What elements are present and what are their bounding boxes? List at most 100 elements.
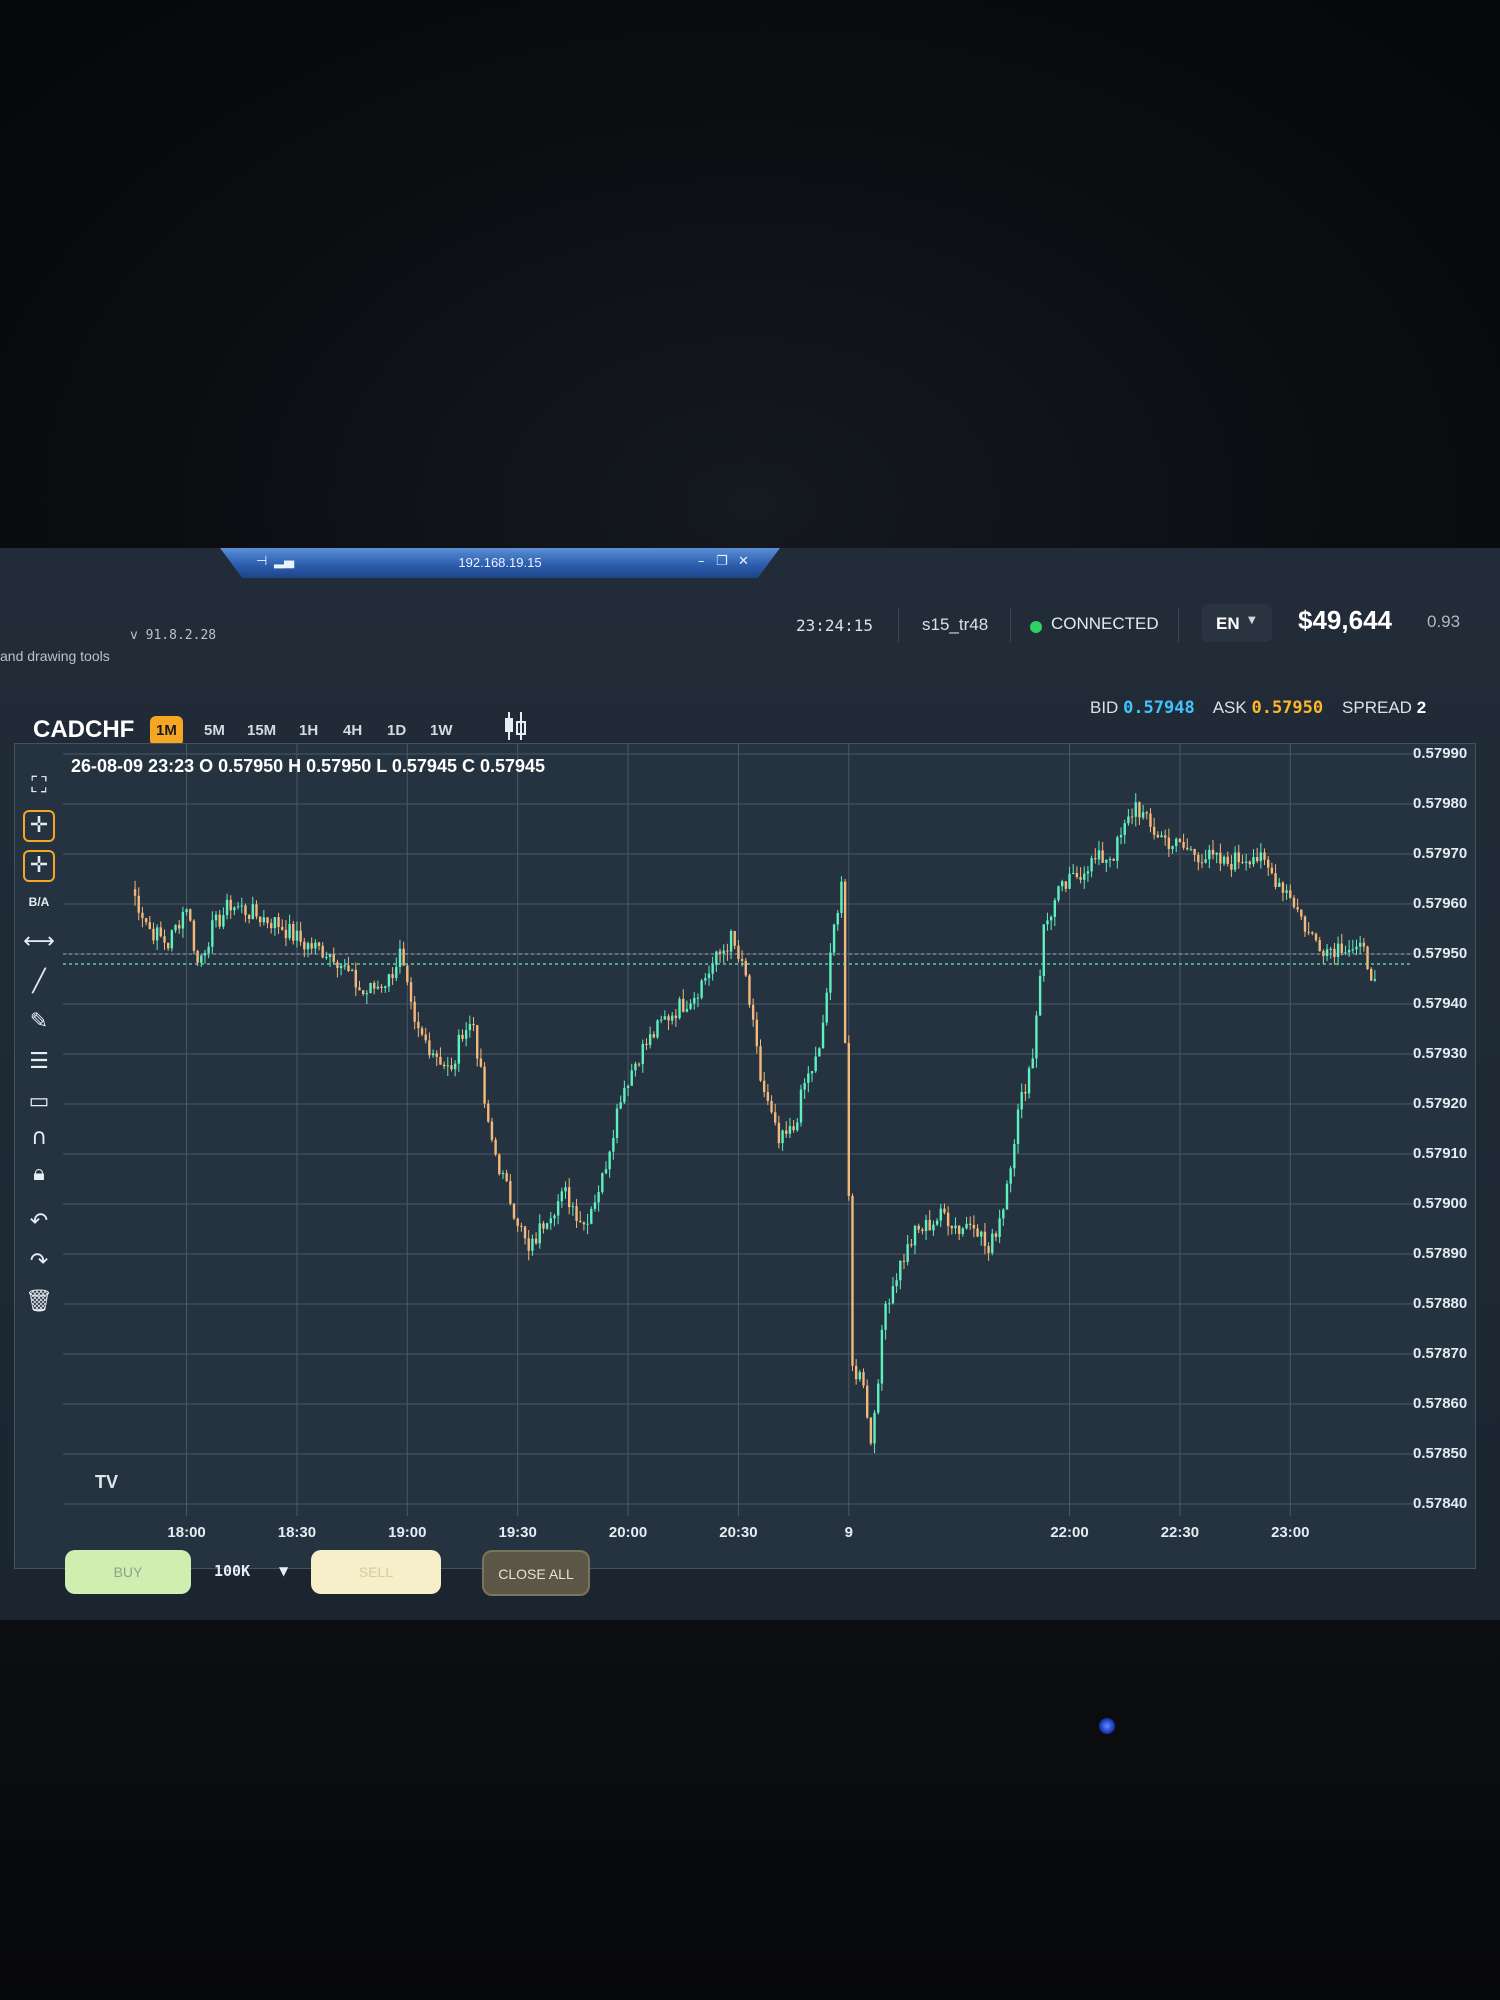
candle-body [843,881,847,1043]
timeframe-1d[interactable]: 1D [381,716,412,746]
timeframe-1m[interactable]: 1M [150,716,183,746]
candle-body [1340,943,1343,954]
time-tick-label: 18:00 [167,1524,206,1541]
candle-body [774,1112,777,1123]
timeframe-5m[interactable]: 5M [198,716,231,746]
candle-body [1370,968,1373,981]
lock-icon[interactable]: 🔒︎ [23,1158,55,1190]
magnet-icon[interactable]: ∩ [23,1122,55,1154]
candle-body [1002,1209,1005,1219]
time-axis[interactable]: 18:00 18:30 19:00 19:30 20:00 20:30 9 22:00 22:3… [63,1516,1413,1566]
candle-body [141,912,144,919]
candle-body [527,1238,530,1251]
candle-body [148,922,151,929]
candle-body [185,909,188,913]
candle-body [858,1372,862,1380]
candle-body [247,915,251,919]
candle-body [1292,897,1296,908]
candle-body [781,1130,784,1144]
candle-body [1230,863,1233,870]
candle-body [317,942,321,946]
candle-body [258,916,262,923]
candle-body [983,1231,987,1247]
price-axis[interactable]: 0.57990 0.57980 0.57970 0.57960 0.57950 0.579… [1413,744,1477,1570]
price-tick-label: 0.57850 [1413,1445,1468,1462]
time-tick-label: 19:00 [388,1524,427,1541]
redo-icon[interactable]: ↷ [23,1246,55,1278]
candle-body [685,1008,689,1012]
close-all-button[interactable]: CLOSE ALL [482,1550,590,1596]
candle-body [957,1225,961,1234]
move-icon[interactable]: ✛ [23,850,55,882]
candle-body [1197,854,1200,863]
symbol-name[interactable]: CADCHF [33,716,134,744]
chart-panel[interactable]: ⛶ ✛ ✛ B/A ⟷ ╱ ✎ ☰ ▭ ∩ 🔒︎ ↶ ↷ 🗑︎ 26-08-09… [14,743,1476,1569]
candle-body [601,1173,604,1193]
price-plot[interactable] [63,744,1413,1516]
ask-price: 0.57950 [1251,698,1324,718]
candle-body [770,1100,773,1113]
candle-body [652,1034,656,1038]
price-tick-label: 0.57970 [1413,845,1468,862]
candle-body [137,895,140,913]
lot-size-value[interactable]: 100K [214,1562,250,1580]
fib-levels-icon[interactable]: ☰ [23,1046,55,1078]
candle-body [567,1187,571,1208]
rectangle-icon[interactable]: ▭ [23,1086,55,1118]
close-icon[interactable]: ✕ [738,554,749,569]
candle-body [1086,871,1090,874]
candle-type-icon[interactable] [500,708,530,744]
candle-body [284,929,288,939]
candle-body [917,1225,920,1230]
candle-body [976,1228,979,1237]
restore-icon[interactable]: ❐ [716,554,728,569]
timeframe-4h[interactable]: 4H [337,716,368,746]
timeframe-1h[interactable]: 1H [293,716,324,746]
candle-body [880,1329,884,1384]
candle-body [689,1003,692,1009]
candle-body [1278,882,1281,887]
candle-body [189,909,192,921]
crosshair-icon[interactable]: ✛ [23,810,55,842]
candle-body [545,1223,549,1229]
candle-body [133,889,137,896]
candle-body [269,923,273,929]
candle-body [921,1229,924,1232]
candle-body [1215,852,1218,855]
remote-session-bar[interactable]: ⊣ ▂▄ 192.168.19.15 – ❐ ✕ [220,548,780,578]
chevron-down-icon[interactable]: ▼ [279,1564,288,1578]
trash-icon[interactable]: 🗑︎ [23,1286,55,1318]
candle-body [1178,838,1182,842]
candle-body [932,1224,935,1231]
candle-body [1057,886,1060,901]
sell-button[interactable]: SELL [311,1550,441,1594]
candle-body [755,1019,759,1047]
buy-button[interactable]: BUY [65,1550,191,1594]
undo-icon[interactable]: ↶ [23,1206,55,1238]
trend-line-icon[interactable]: ╱ [23,966,55,998]
timeframe-1w[interactable]: 1W [424,716,459,746]
timeframe-15m[interactable]: 15M [241,716,282,746]
candle-body [1097,850,1101,860]
candle-body [1112,859,1115,861]
bid-ask-toggle[interactable]: B/A [23,886,55,918]
pencil-icon[interactable]: ✎ [23,1006,55,1038]
language-selector[interactable]: EN ▼ [1202,604,1272,642]
candle-body [549,1218,552,1224]
candle-body [935,1220,939,1225]
candle-body [847,1042,850,1196]
fullscreen-icon[interactable]: ⛶ [23,770,55,802]
candle-body [579,1220,582,1223]
candle-body [641,1043,644,1064]
candle-body [306,943,310,950]
candle-body [1141,812,1145,818]
candle-body [490,1121,494,1140]
measure-icon[interactable]: ⟷ [23,926,55,958]
minimize-icon[interactable]: – [698,554,705,569]
candle-body [1336,943,1340,957]
candle-body [1373,979,1377,981]
candle-body [1116,837,1119,861]
price-tick-label: 0.57920 [1413,1095,1468,1112]
candle-body [1068,873,1071,889]
candle-body [895,1280,898,1287]
